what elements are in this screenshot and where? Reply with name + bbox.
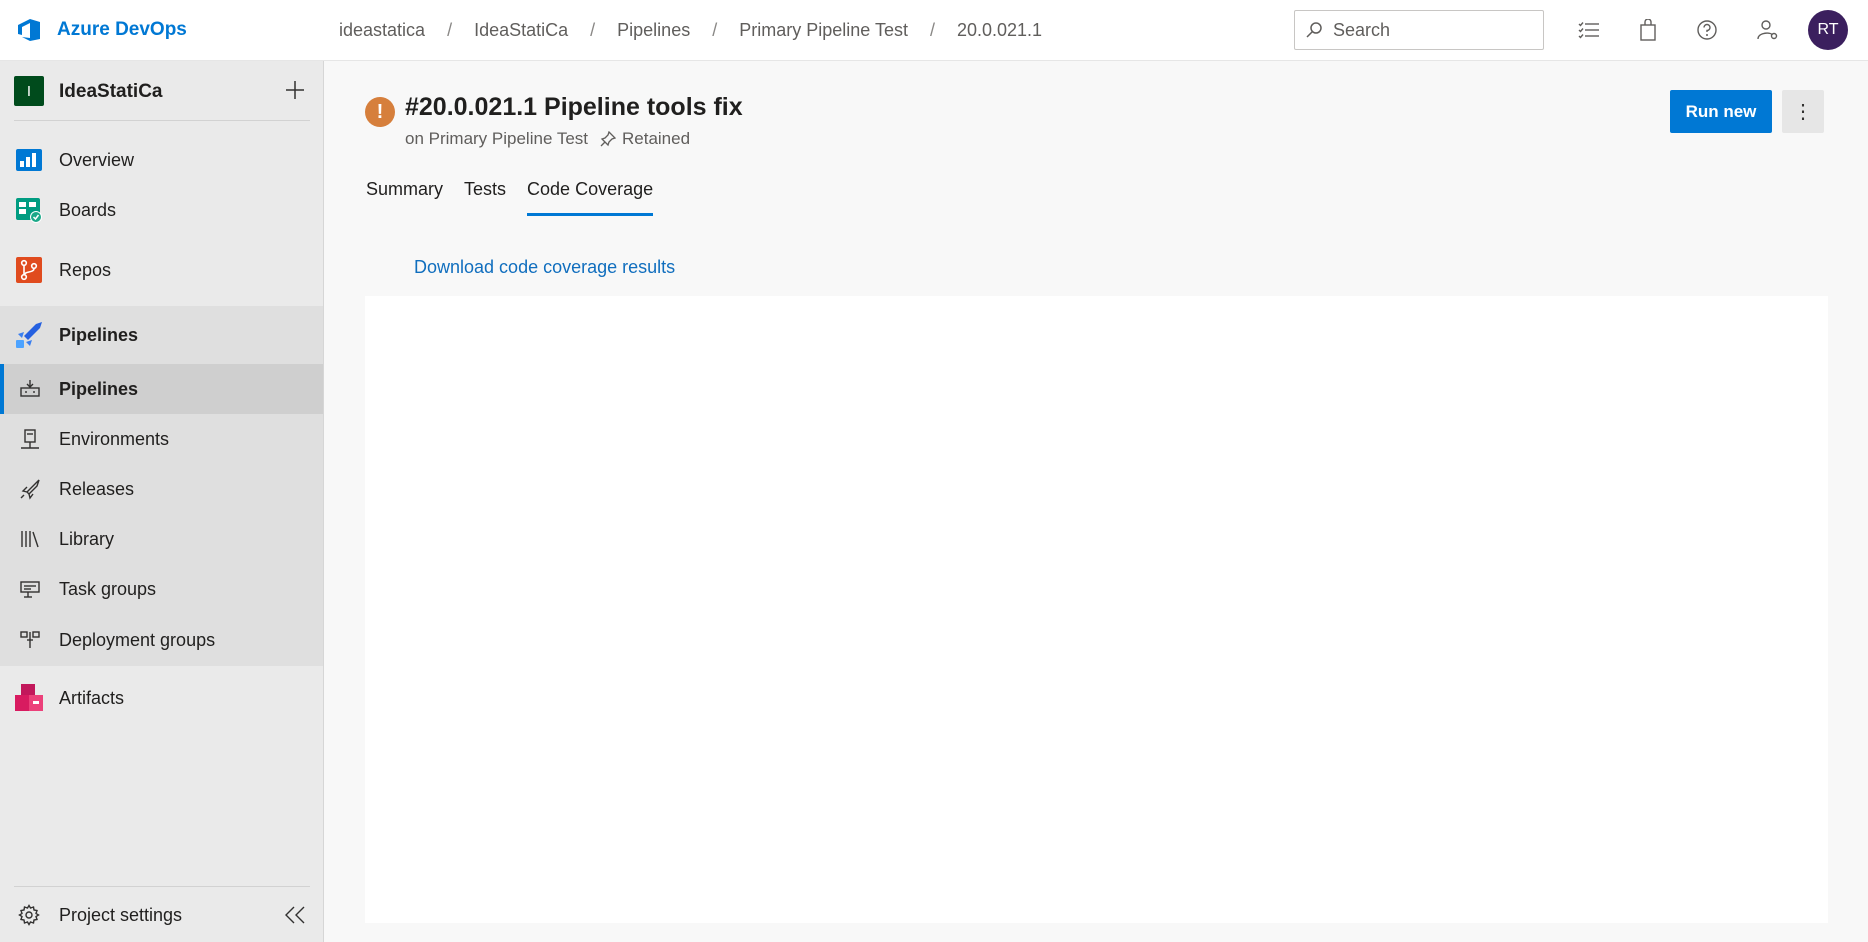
page-title: #20.0.021.1 Pipeline tools fix [405,93,743,121]
help-icon[interactable] [1694,17,1720,43]
breadcrumb-run[interactable]: 20.0.021.1 [957,20,1042,41]
sidebar-item-repos[interactable]: Repos [0,246,323,294]
project-settings-button[interactable]: Project settings [0,889,323,941]
tab-code-coverage[interactable]: Code Coverage [527,173,654,218]
download-code-coverage-link[interactable]: Download code coverage results [414,257,675,278]
brand[interactable]: Azure DevOps [16,17,187,43]
project-header[interactable]: I IdeaStatiCa [0,61,323,121]
pipeline-link[interactable]: on Primary Pipeline Test [405,129,588,149]
sidebar-item-label: Environments [59,428,170,449]
task-group-icon [18,577,42,601]
divider [14,120,310,121]
main-content: ! #20.0.021.1 Pipeline tools fix on Prim… [324,61,1868,942]
warning-status-icon: ! [365,97,395,127]
tab-bar: Summary Tests Code Coverage [366,173,674,218]
sidebar-subitem-releases[interactable]: Releases [0,464,323,514]
rocket-icon [18,477,42,501]
top-bar: Azure DevOps ideastatica / IdeaStatiCa /… [0,0,1868,61]
collapse-sidebar-icon[interactable] [282,902,308,928]
sidebar-subitem-deployment-groups[interactable]: Deployment groups [0,614,323,666]
breadcrumb-project[interactable]: IdeaStatiCa [474,20,568,41]
project-badge: I [14,76,44,106]
sidebar-item-label: Boards [59,199,117,220]
sidebar-item-pipelines[interactable]: Pipelines [0,306,323,364]
sidebar-subitem-library[interactable]: Library [0,514,323,564]
retained-label: Retained [622,129,691,148]
sidebar-item-label: Artifacts [59,687,125,708]
sidebar-subitem-task-groups[interactable]: Task groups [0,564,323,614]
sidebar-item-label: Releases [59,478,135,499]
artifacts-icon [14,683,44,713]
breadcrumb-separator: / [447,20,453,40]
sidebar-item-boards[interactable]: Boards [0,186,323,234]
code-coverage-panel [365,296,1828,923]
pipeline-icon [18,377,42,401]
sidebar-subitem-environments[interactable]: Environments [0,414,323,464]
breadcrumb-organization[interactable]: ideastatica [339,20,425,41]
breadcrumb-pipeline[interactable]: Primary Pipeline Test [739,20,908,41]
sidebar-subitem-pipelines[interactable]: Pipelines [0,364,323,414]
sidebar-item-label: Task groups [59,578,157,599]
sidebar: I IdeaStatiCa Overview Boards Repos Pipe… [0,61,324,942]
pipelines-icon [14,320,44,350]
breadcrumb: ideastatica / IdeaStatiCa / Pipelines / … [339,0,1042,61]
search-input[interactable] [1333,19,1533,41]
sidebar-item-label: Overview [59,149,135,170]
user-settings-icon[interactable] [1755,17,1781,43]
breadcrumb-separator: / [712,20,718,40]
sidebar-item-label: Pipelines [59,324,139,345]
environment-icon [18,427,42,451]
sidebar-item-label: Library [59,528,115,549]
project-name: IdeaStatiCa [59,81,163,102]
sidebar-item-artifacts[interactable]: Artifacts [0,673,323,723]
sidebar-item-overview[interactable]: Overview [0,136,323,184]
marketplace-bag-icon[interactable] [1635,17,1661,43]
tab-tests[interactable]: Tests [464,173,506,218]
sidebar-item-label: Repos [59,259,112,280]
azure-devops-logo-icon [16,17,42,43]
pipelines-group: Pipelines Pipelines Environments Release… [0,306,323,666]
search-box[interactable] [1294,10,1544,50]
more-actions-button[interactable]: ⋮ [1782,90,1824,133]
breadcrumb-pipelines[interactable]: Pipelines [617,20,690,41]
sidebar-item-label: Deployment groups [59,629,216,650]
tab-summary[interactable]: Summary [366,173,443,218]
work-items-icon[interactable] [1576,17,1602,43]
sidebar-item-label: Pipelines [59,378,139,399]
pin-icon [600,131,616,147]
breadcrumb-separator: / [590,20,596,40]
boards-icon [14,195,44,225]
repos-icon [14,255,44,285]
run-new-button[interactable]: Run new [1670,90,1772,133]
sidebar-item-label: Project settings [59,904,183,925]
add-icon[interactable] [282,77,308,103]
more-vertical-icon: ⋮ [1793,101,1813,123]
run-subtitle: on Primary Pipeline Test Retained [405,129,690,149]
breadcrumb-separator: / [929,20,935,40]
library-icon [18,527,42,551]
avatar[interactable]: RT [1808,10,1848,50]
overview-icon [14,145,44,175]
brand-name: Azure DevOps [57,19,187,40]
divider [14,886,310,887]
deployment-group-icon [18,628,42,652]
search-icon [1305,21,1323,39]
gear-icon [14,900,44,930]
